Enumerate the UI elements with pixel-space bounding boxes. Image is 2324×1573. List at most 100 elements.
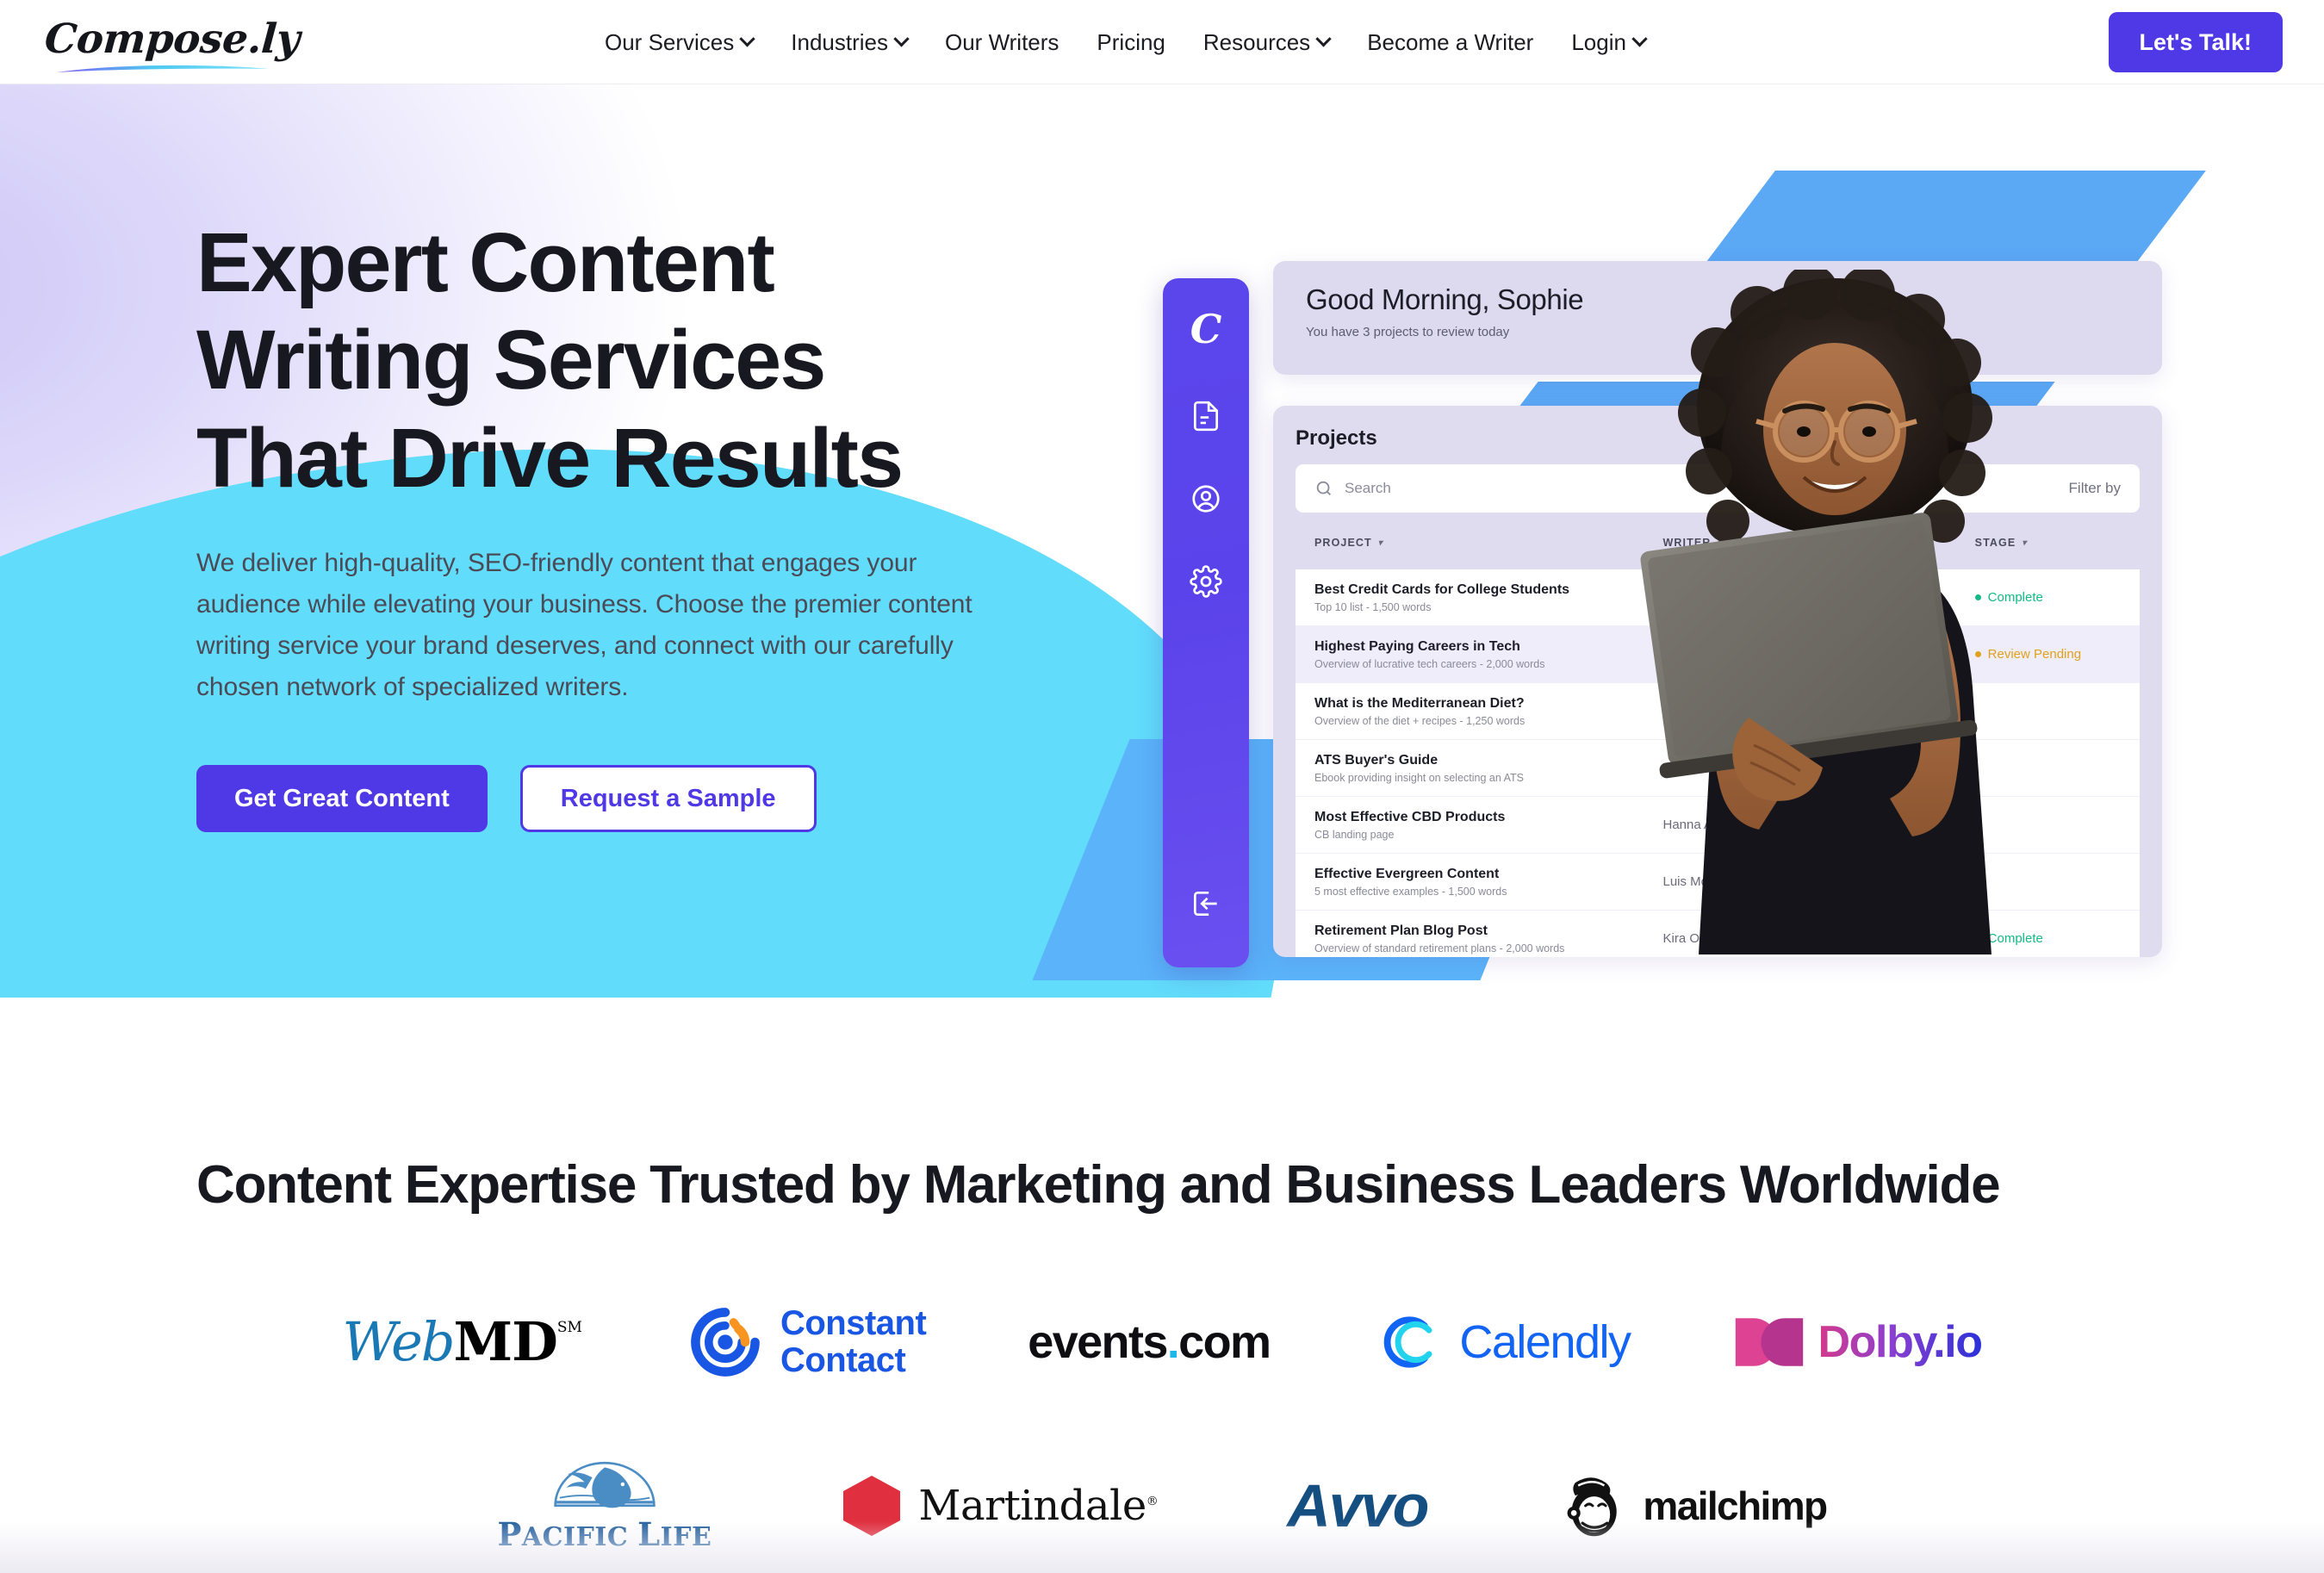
projects-table-body: Best Credit Cards for College Students T…	[1296, 569, 2140, 957]
row-project-title: What is the Mediterranean Diet?	[1314, 695, 1525, 711]
row-project-desc: CB landing page	[1314, 828, 1395, 841]
site-logo[interactable]: Compose.ly	[41, 5, 301, 78]
row-writer: Adam Gustafson	[1662, 761, 1760, 775]
row-project-desc: Overview of the diet + recipes - 1,250 w…	[1314, 714, 1526, 727]
hero-cta-group: Get Great Content Request a Sample	[196, 765, 1127, 833]
main-nav: Our Services Industries Our Writers Pric…	[586, 0, 1664, 84]
chevron-down-icon	[1631, 30, 1648, 47]
app-logo-icon[interactable]: C	[1190, 309, 1222, 349]
martindale-registered-mark: ®	[1146, 1495, 1159, 1508]
column-header-stage[interactable]: STAGE ▾	[1975, 537, 2121, 549]
request-a-sample-button[interactable]: Request a Sample	[519, 765, 817, 833]
nav-item-pricing[interactable]: Pricing	[1078, 0, 1184, 84]
row-type: Blog	[1824, 874, 1851, 889]
brand-logo-webmd: Web MD SM	[342, 1295, 582, 1390]
table-row[interactable]: ATS Buyer's Guide Ebook providing insigh…	[1296, 740, 2140, 797]
table-row[interactable]: Best Credit Cards for College Students T…	[1296, 569, 2140, 626]
site-logo-text: Compose.ly	[43, 16, 301, 63]
section-title: Content Expertise Trusted by Marketing a…	[196, 1155, 2001, 1215]
nav-item-our-writers[interactable]: Our Writers	[926, 0, 1078, 84]
dolby-text: Dolby.io	[1818, 1317, 1983, 1367]
filter-by-dropdown[interactable]: Filter by	[2069, 480, 2121, 497]
webmd-web-text: Web	[342, 1310, 455, 1373]
row-project-title: ATS Buyer's Guide	[1314, 752, 1439, 768]
hero-copy: Expert Content Writing Services That Dri…	[196, 214, 1127, 833]
projects-table-header: PROJECT ▾ WRITER ▾ PRODUCT TYPE ▾ STAGE ▾	[1296, 516, 2140, 569]
constant-contact-icon	[691, 1308, 760, 1377]
dolby-icon	[1735, 1318, 1803, 1366]
row-writer: Hanna Anderson	[1662, 818, 1760, 832]
table-row[interactable]: Retirement Plan Blog Post Overview of st…	[1296, 911, 2140, 957]
table-row[interactable]: Most Effective CBD Products CB landing p…	[1296, 797, 2140, 854]
nav-item-login[interactable]: Login	[1552, 0, 1664, 84]
row-writer: Kira Odemchuck	[1662, 590, 1759, 605]
status-badge: Complete	[1974, 931, 2121, 946]
row-type: Blog	[1824, 590, 1851, 605]
row-type: Website	[1824, 818, 1872, 832]
calendly-text: Calendly	[1459, 1316, 1631, 1368]
trusted-by-section: Content Expertise Trusted by Marketing a…	[0, 999, 2324, 1573]
nav-label: Resources	[1202, 28, 1311, 55]
nav-item-become-a-writer[interactable]: Become a Writer	[1348, 0, 1552, 84]
chevron-down-icon	[893, 30, 910, 47]
calendly-icon	[1384, 1316, 1432, 1368]
column-header-writer[interactable]: WRITER ▾	[1663, 537, 1825, 549]
status-dot-icon	[1974, 651, 1981, 657]
row-project-title: Best Credit Cards for College Students	[1314, 581, 1570, 597]
gear-icon[interactable]	[1187, 563, 1225, 600]
row-type: Blog	[1824, 647, 1851, 662]
status-badge: Complete	[1974, 590, 2121, 605]
logo-swoosh-icon	[57, 65, 269, 72]
table-row[interactable]: Effective Evergreen Content 5 most effec…	[1296, 854, 2140, 911]
lets-talk-button[interactable]: Let's Talk!	[2108, 12, 2283, 72]
row-project-title: Effective Evergreen Content	[1314, 866, 1500, 881]
table-row[interactable]: What is the Mediterranean Diet? Overview…	[1296, 683, 2140, 740]
chevron-down-icon	[739, 30, 755, 47]
headline-line-3: That Drive Results	[196, 410, 904, 505]
site-header: Compose.ly Our Services Industries Our W…	[0, 0, 2324, 84]
projects-panel-title: Projects	[1296, 426, 1377, 450]
row-writer: Hanna Anderson	[1662, 704, 1760, 718]
nav-item-resources[interactable]: Resources	[1184, 0, 1348, 84]
hero-subheading: We deliver high-quality, SEO-friendly co…	[196, 549, 972, 702]
document-icon[interactable]	[1187, 397, 1225, 435]
nav-item-our-services[interactable]: Our Services	[586, 0, 772, 84]
row-project-desc: Overview of lucrative tech careers - 2,0…	[1314, 657, 1545, 670]
events-dot: .	[1166, 1316, 1180, 1368]
search-icon	[1316, 481, 1331, 495]
column-header-project[interactable]: PROJECT ▾	[1314, 537, 1663, 549]
landing-page: Compose.ly Our Services Industries Our W…	[0, 0, 2324, 1573]
row-project-desc: 5 most effective examples - 1,500 words	[1314, 885, 1507, 898]
logout-icon[interactable]	[1187, 885, 1225, 923]
nav-label: Our Services	[605, 28, 735, 55]
user-icon[interactable]	[1187, 480, 1225, 518]
search-input[interactable]: Search	[1345, 480, 1391, 497]
events-text: events	[1028, 1316, 1168, 1368]
row-project-desc: Ebook providing insight on selecting an …	[1314, 771, 1524, 784]
get-great-content-button[interactable]: Get Great Content	[196, 765, 488, 833]
nav-label: Become a Writer	[1367, 28, 1534, 55]
brand-logo-dolby-io: Dolby.io	[1732, 1295, 1983, 1390]
table-row[interactable]: Highest Paying Careers in Tech Overview …	[1296, 626, 2140, 683]
constant-contact-line1: Constant	[780, 1303, 927, 1342]
column-header-product-type[interactable]: PRODUCT TYPE ▾	[1825, 537, 1975, 549]
webmd-sm-mark: SM	[556, 1319, 582, 1336]
row-project-desc: Top 10 list - 1,500 words	[1314, 600, 1432, 613]
status-dot-icon	[1974, 594, 1981, 600]
row-type: Guide	[1824, 761, 1860, 775]
events-com-text: com	[1178, 1316, 1271, 1368]
greeting-card: Good Morning, Sophie You have 3 projects…	[1273, 261, 2162, 375]
pacific-life-whale-icon	[554, 1461, 656, 1508]
page-title: Expert Content Writing Services That Dri…	[196, 214, 1127, 507]
nav-label: Pricing	[1097, 28, 1165, 55]
app-sidebar: C	[1163, 278, 1249, 967]
nav-item-industries[interactable]: Industries	[772, 0, 926, 84]
chevron-down-icon	[1315, 30, 1332, 47]
nav-label: Our Writers	[945, 28, 1059, 55]
row-writer: Luis Montanez	[1662, 874, 1748, 889]
headline-line-1: Expert Content	[196, 215, 775, 309]
brand-logo-row-1: Web MD SM Constant Contact events.com Ca…	[0, 1295, 2324, 1390]
brand-logo-constant-contact: Constant Contact	[684, 1295, 927, 1390]
projects-search-bar[interactable]: Search Filter by	[1296, 464, 2140, 513]
nav-label: Login	[1571, 28, 1626, 55]
